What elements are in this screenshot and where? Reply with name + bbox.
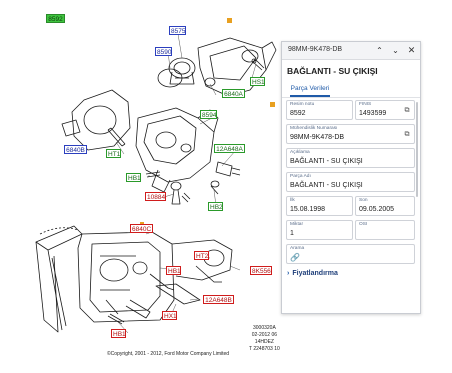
link-icon[interactable]: 🔗 xyxy=(290,253,300,262)
panel-scrollbar-thumb[interactable] xyxy=(416,102,418,197)
description-field[interactable]: Açıklama BAĞLANTI - SU ÇIKIŞI xyxy=(286,148,415,168)
gasket-6840b-part xyxy=(71,89,131,151)
temperature-sensor-part xyxy=(210,161,241,195)
part-name-value: BAĞLANTI - SU ÇIKIŞI xyxy=(290,182,363,189)
ref-no-label: Resim notu xyxy=(290,102,315,107)
lower-housing-assembly-part xyxy=(35,225,233,333)
callout-ht1[interactable]: HT1 xyxy=(106,149,121,158)
highlight-marker xyxy=(227,18,232,23)
callout-8594[interactable]: 8594 xyxy=(200,110,217,119)
document-code: 3000320A 02-2012 06 14HDEZ T 2248703 10 xyxy=(249,325,280,353)
panel-part-code: 98MM-9K478-DB xyxy=(288,46,343,53)
chevron-right-icon: › xyxy=(287,270,290,277)
highlight-marker xyxy=(270,102,275,107)
start-date-value: 15.08.1998 xyxy=(290,206,326,213)
doc-code-line: 14HDEZ xyxy=(254,339,274,345)
callout-8575[interactable]: 8575 xyxy=(169,26,186,35)
start-date-label: İlk xyxy=(290,198,295,203)
engineering-no-field[interactable]: Mühendislik Numarası 98MM-9K478-DB ⧉ xyxy=(286,124,415,144)
callout-hb1-upper[interactable]: HB1 xyxy=(126,173,141,182)
ref-no-value: 8592 xyxy=(290,110,306,117)
doc-code-line: 3000320A xyxy=(252,325,276,331)
callout-hb1-mid[interactable]: HB1 xyxy=(166,266,181,275)
part-name-field[interactable]: Parça Adı BAĞLANTI - SU ÇIKIŞI xyxy=(286,172,415,192)
end-date-value: 09.05.2005 xyxy=(359,206,395,213)
panel-title: BAĞLANTI - SU ÇIKIŞI xyxy=(287,66,378,76)
pricing-label: Fiyatlandırma xyxy=(292,270,338,277)
osi-field[interactable]: OSI xyxy=(355,220,415,240)
callout-hb1-lower[interactable]: HB1 xyxy=(111,329,126,338)
selected-callout-label: 8592 xyxy=(48,16,63,23)
copy-icon[interactable]: ⧉ xyxy=(403,131,411,139)
doc-code-line: T 2248703 10 xyxy=(249,346,280,352)
callout-ht2[interactable]: HT2 xyxy=(194,251,209,260)
pricing-section-toggle[interactable]: › Fiyatlandırma xyxy=(287,270,338,277)
quantity-field[interactable]: Miktar 1 xyxy=(286,220,353,240)
part-name-label: Parça Adı xyxy=(290,174,311,179)
quantity-label: Miktar xyxy=(290,222,304,227)
ref-no-field[interactable]: Resim notu 8592 xyxy=(286,100,353,120)
quantity-value: 1 xyxy=(290,230,294,237)
tab-part-data[interactable]: Parça Verileri xyxy=(290,83,330,97)
end-date-field[interactable]: Son 09.05.2005 xyxy=(355,196,415,216)
close-icon[interactable]: ✕ xyxy=(406,45,417,56)
part-detail-panel: 98MM-9K478-DB ⌃ ⌄ ✕ BAĞLANTI - SU ÇIKIŞI… xyxy=(281,41,421,314)
chevron-down-icon[interactable]: ⌄ xyxy=(390,45,401,56)
end-date-label: Son xyxy=(359,198,368,203)
callout-hs1[interactable]: HS1 xyxy=(250,77,265,86)
callout-6840b[interactable]: 6840B xyxy=(64,145,87,154)
search-label: Arama xyxy=(290,246,305,251)
callout-hx1[interactable]: HX1 xyxy=(162,311,177,320)
selected-callout[interactable]: 8592 xyxy=(46,14,65,23)
sensor-10884-part xyxy=(170,181,191,205)
osi-label: OSI xyxy=(359,222,368,227)
water-outlet-housing-part xyxy=(197,37,277,97)
plate-part xyxy=(61,119,81,137)
panel-header: 98MM-9K478-DB ⌃ ⌄ ✕ xyxy=(282,42,420,60)
callout-6840c[interactable]: 6840C xyxy=(130,224,153,233)
callout-6840a[interactable]: 6840A xyxy=(222,89,245,98)
callout-8k556[interactable]: 8K556 xyxy=(250,266,272,275)
coolant-housing-part xyxy=(135,107,219,193)
gasket-6840c-part xyxy=(39,227,79,235)
start-date-field[interactable]: İlk 15.08.1998 xyxy=(286,196,353,216)
callout-hb2[interactable]: HB2 xyxy=(208,202,223,211)
engineering-no-value: 98MM-9K478-DB xyxy=(290,134,345,141)
description-value: BAĞLANTI - SU ÇIKIŞI xyxy=(290,158,363,165)
doc-code-line: 02-2012 06 xyxy=(251,332,278,338)
tab-divider xyxy=(282,97,420,98)
engineering-no-label: Mühendislik Numarası xyxy=(290,126,338,131)
search-field[interactable]: Arama 🔗 xyxy=(286,244,415,264)
copy-icon[interactable]: ⧉ xyxy=(403,107,411,115)
callout-8590[interactable]: 8590 xyxy=(155,47,172,56)
finis-field[interactable]: FINIS 1493599 ⧉ xyxy=(355,100,415,120)
callout-12a648a[interactable]: 12A648A xyxy=(214,144,245,153)
finis-label: FINIS xyxy=(359,102,372,107)
chevron-up-icon[interactable]: ⌃ xyxy=(374,45,385,56)
copyright-text: ©Copyright, 2001 - 2012, Ford Motor Comp… xyxy=(107,351,230,357)
callout-12a648b[interactable]: 12A648B xyxy=(203,295,234,304)
description-label: Açıklama xyxy=(290,150,310,155)
finis-value: 1493599 xyxy=(359,110,387,117)
callout-10884[interactable]: 10884 xyxy=(145,192,166,201)
